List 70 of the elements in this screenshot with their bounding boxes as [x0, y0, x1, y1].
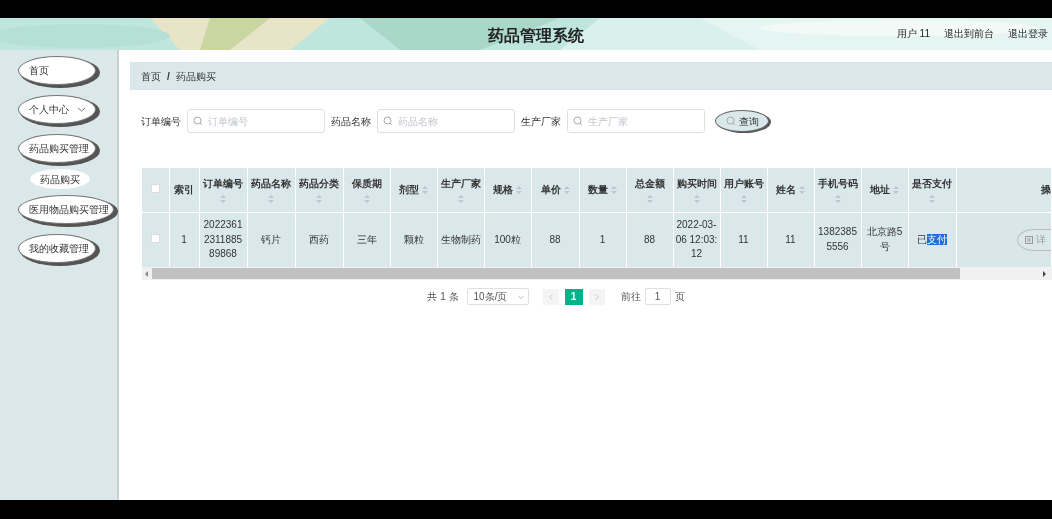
search-icon [193, 116, 203, 126]
search-icon [383, 116, 393, 126]
submenu-item[interactable]: 药品购买 [30, 169, 90, 189]
breadcrumb-separator: / [167, 69, 170, 84]
goto-label: 前往 [620, 290, 641, 304]
sidebar-item[interactable]: 医用物品购买管理 [18, 195, 114, 224]
sort-icon[interactable] [363, 195, 370, 204]
sidebar-item[interactable]: 个人中心 [18, 95, 96, 124]
column-label: 药品分类 [299, 177, 339, 192]
sidebar-item[interactable]: 首页 [18, 56, 96, 85]
next-page-button[interactable] [588, 288, 605, 305]
sort-icon[interactable] [740, 195, 747, 204]
query-button[interactable]: 查询 [715, 110, 769, 132]
column-label: 手机号码 [817, 177, 858, 192]
chevron-left-icon [548, 293, 553, 300]
sort-icon[interactable] [929, 195, 935, 204]
checkbox[interactable] [150, 234, 160, 244]
sort-icon[interactable] [834, 195, 841, 204]
column-label: 单价 [540, 183, 561, 198]
breadcrumb-link[interactable]: 药品购买 [175, 68, 216, 84]
sort-icon[interactable] [457, 195, 464, 204]
field-label: 订单编号 [141, 114, 181, 129]
chevron-icon [517, 294, 524, 299]
chevron-right-icon [594, 293, 599, 300]
goto-page-field[interactable]: 1 [644, 288, 671, 305]
column-label: 总金额 [634, 177, 665, 192]
header-link[interactable]: 退出到前台 [944, 26, 994, 41]
column-label: 索引 [174, 184, 194, 196]
sidebar-item[interactable]: 我的收藏管理 [18, 234, 96, 263]
sort-icon[interactable] [516, 185, 522, 194]
header-link[interactable]: 退出登录 [1008, 26, 1048, 41]
horizontal-scrollbar[interactable] [142, 267, 1052, 280]
column-label: 剂型 [399, 183, 419, 198]
user-name: 用户 11 [896, 27, 930, 41]
column-label: 订单编号 [203, 177, 243, 192]
field-label: 生产厂家 [521, 114, 561, 129]
sidebar-item[interactable]: 药品购买管理 [18, 134, 96, 163]
sort-icon[interactable] [220, 195, 226, 204]
sort-icon[interactable] [563, 185, 570, 194]
total-count: 共 1 条 [427, 290, 459, 304]
breadcrumb-link[interactable]: 首页 [141, 68, 161, 84]
sort-icon[interactable] [422, 185, 428, 194]
column-label: 生产厂家 [440, 177, 481, 192]
column-label: 用户账号 [723, 177, 764, 192]
app-title: 药品管理系统 [488, 26, 584, 46]
field-label: 药品名称 [331, 114, 371, 129]
column-label: 保质期 [351, 177, 382, 192]
search-icon [725, 116, 736, 126]
page-size-select[interactable]: 10条/页 [466, 288, 529, 305]
column-label: 地址 [870, 183, 890, 198]
column-label: 是否支付 [912, 177, 952, 192]
prev-page-button[interactable] [542, 288, 559, 305]
sort-icon[interactable] [799, 185, 805, 194]
sort-icon[interactable] [693, 195, 700, 204]
column-label: 姓名 [776, 183, 796, 198]
sort-icon[interactable] [893, 185, 899, 194]
checkbox[interactable] [150, 184, 160, 194]
search-icon [573, 116, 583, 126]
document-icon [1025, 235, 1033, 244]
page-suffix: 页 [674, 290, 685, 304]
sort-icon[interactable] [646, 195, 653, 204]
scrollbar-thumb[interactable] [152, 268, 960, 279]
sort-icon[interactable] [268, 195, 274, 204]
column-label: 规格 [493, 183, 513, 198]
column-label: 操 [1040, 184, 1051, 196]
column-label: 购买时间 [676, 177, 717, 192]
sort-icon[interactable] [316, 195, 322, 204]
sort-icon[interactable] [611, 185, 617, 194]
column-label: 数量 [588, 183, 608, 198]
column-label: 药品名称 [251, 177, 291, 192]
